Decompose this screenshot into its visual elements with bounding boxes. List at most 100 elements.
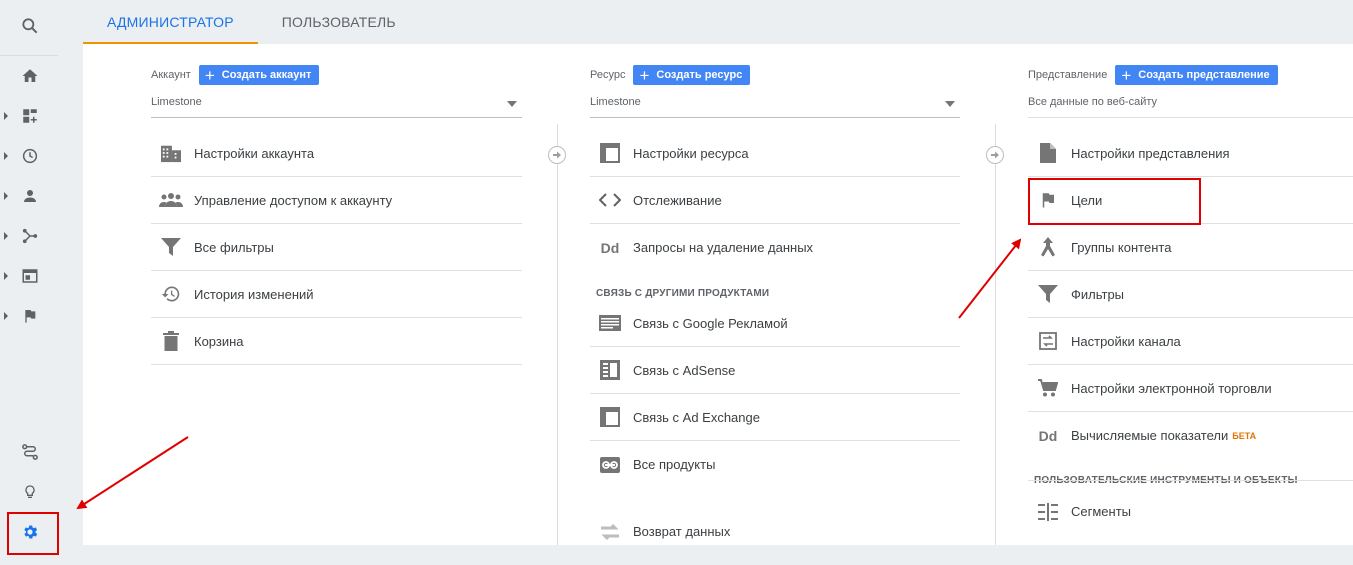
property-column: Ресурс + Создать ресурс Limestone Настро… xyxy=(590,44,962,545)
code-icon xyxy=(598,188,622,212)
view-settings-item[interactable]: Настройки представления xyxy=(1028,130,1353,177)
discover-icon xyxy=(25,485,35,498)
acquisition-icon xyxy=(22,228,38,244)
view-header: Представление + Создать представление xyxy=(1028,65,1278,85)
postback-item[interactable]: Возврат данных xyxy=(590,508,960,545)
filter-icon xyxy=(1036,282,1060,306)
create-property-button[interactable]: + Создать ресурс xyxy=(633,65,751,85)
column-divider xyxy=(557,124,558,545)
home-icon xyxy=(22,69,38,82)
nav-conversions[interactable] xyxy=(0,296,60,336)
calculated-metrics-item[interactable]: Dd Вычисляемые показатели БЕТА xyxy=(1028,412,1353,459)
view-selector[interactable]: Все данные по веб-сайту xyxy=(1028,96,1353,118)
segments-item[interactable]: Сегменты xyxy=(1028,488,1353,535)
conversions-icon xyxy=(25,310,36,323)
document-icon xyxy=(1036,141,1060,165)
account-settings-item[interactable]: Настройки аккаунта xyxy=(151,130,522,177)
column-divider xyxy=(995,124,996,545)
nav-discover[interactable] xyxy=(0,472,60,512)
customization-icon xyxy=(23,109,37,123)
all-products-label: Все продукты xyxy=(633,457,716,472)
view-label: Представление xyxy=(1028,69,1108,81)
nav-customization[interactable] xyxy=(0,96,60,136)
view-selected: Все данные по веб-сайту xyxy=(1028,96,1158,108)
calculated-metrics-label: Вычисляемые показатели xyxy=(1071,428,1229,443)
view-settings-label: Настройки представления xyxy=(1071,145,1230,161)
property-selected: Limestone xyxy=(590,96,641,108)
account-label: Аккаунт xyxy=(151,69,191,81)
account-access-label: Управление доступом к аккаунту xyxy=(194,192,393,208)
trash-item[interactable]: Корзина xyxy=(151,318,522,365)
nav-acquisition[interactable] xyxy=(0,216,60,256)
nav-audience[interactable] xyxy=(0,176,60,216)
create-account-button[interactable]: + Создать аккаунт xyxy=(198,65,320,85)
nav-attribution[interactable] xyxy=(0,432,60,472)
dd-icon: Dd xyxy=(600,239,620,256)
all-products-item[interactable]: Все продукты xyxy=(590,441,960,488)
admin-highlight-box xyxy=(7,512,59,555)
property-settings-label: Настройки ресурса xyxy=(633,145,749,161)
admin-panel: Аккаунт + Создать аккаунт Limestone Наст… xyxy=(83,44,1353,545)
trash-label: Корзина xyxy=(194,333,244,349)
footer xyxy=(0,545,1353,565)
dropdown-arrow-icon xyxy=(507,101,517,107)
search-icon xyxy=(22,18,38,34)
ecommerce-settings-item[interactable]: Настройки электронной торговли xyxy=(1028,365,1353,412)
property-header: Ресурс + Создать ресурс xyxy=(590,65,751,85)
channel-settings-item[interactable]: Настройки канала xyxy=(1028,318,1353,365)
search-button[interactable] xyxy=(0,6,60,46)
adexchange-link-item[interactable]: Связь с Ad Exchange xyxy=(590,394,960,441)
content-groups-item[interactable]: Группы контента xyxy=(1028,224,1353,271)
postback-label: Возврат данных xyxy=(633,524,731,539)
channel-icon xyxy=(1036,329,1060,353)
behavior-icon xyxy=(22,269,38,283)
content-group-icon xyxy=(1036,235,1060,259)
tracking-label: Отслеживание xyxy=(633,192,722,208)
property-selector[interactable]: Limestone xyxy=(590,96,960,118)
column-connector xyxy=(548,146,566,164)
audience-icon xyxy=(24,190,36,202)
filter-icon xyxy=(159,235,183,259)
property-settings-item[interactable]: Настройки ресурса xyxy=(590,130,960,177)
attribution-icon xyxy=(22,444,38,460)
cart-icon xyxy=(1036,376,1060,400)
google-ads-link-item[interactable]: Связь с Google Рекламой xyxy=(590,300,960,347)
people-icon xyxy=(159,188,183,212)
postback-icon xyxy=(598,520,622,544)
data-deletion-label: Запросы на удаление данных xyxy=(633,240,814,255)
create-view-button[interactable]: + Создать представление xyxy=(1115,65,1278,85)
left-nav-rail xyxy=(0,0,60,565)
account-selector[interactable]: Limestone xyxy=(151,96,522,118)
beta-badge: БЕТА xyxy=(1232,430,1257,441)
google-ads-link-label: Связь с Google Рекламой xyxy=(633,315,788,331)
realtime-icon xyxy=(22,148,38,164)
filters-item[interactable]: Фильтры xyxy=(1028,271,1353,318)
account-access-item[interactable]: Управление доступом к аккаунту xyxy=(151,177,522,224)
change-history-label: История изменений xyxy=(194,286,314,302)
adsense-link-item[interactable]: Связь с AdSense xyxy=(590,347,960,394)
data-deletion-item[interactable]: Dd Запросы на удаление данных xyxy=(590,224,960,271)
section-divider xyxy=(1028,480,1353,481)
adexchange-link-label: Связь с Ad Exchange xyxy=(633,409,760,425)
link-icon xyxy=(598,453,622,477)
segments-icon xyxy=(1036,500,1060,524)
nav-home[interactable] xyxy=(0,56,60,96)
window-icon xyxy=(598,141,622,165)
all-filters-item[interactable]: Все фильтры xyxy=(151,224,522,271)
tab-user[interactable]: ПОЛЬЗОВАТЕЛЬ xyxy=(258,0,420,44)
nav-behavior[interactable] xyxy=(0,256,60,296)
trash-icon xyxy=(159,329,183,353)
filters-label: Фильтры xyxy=(1071,286,1125,302)
adsense-icon xyxy=(598,358,622,382)
change-history-item[interactable]: История изменений xyxy=(151,271,522,318)
adexchange-icon xyxy=(598,405,622,429)
goals-highlight-box xyxy=(1028,178,1201,225)
adsense-link-label: Связь с AdSense xyxy=(633,362,736,378)
nav-realtime[interactable] xyxy=(0,136,60,176)
all-filters-label: Все фильтры xyxy=(194,239,274,255)
product-links-title: СВЯЗЬ С ДРУГИМИ ПРОДУКТАМИ xyxy=(596,288,770,299)
create-property-label: Создать ресурс xyxy=(656,69,743,81)
tracking-item[interactable]: Отслеживание xyxy=(590,177,960,224)
tab-admin[interactable]: АДМИНИСТРАТОР xyxy=(83,0,258,44)
account-selected: Limestone xyxy=(151,96,202,108)
